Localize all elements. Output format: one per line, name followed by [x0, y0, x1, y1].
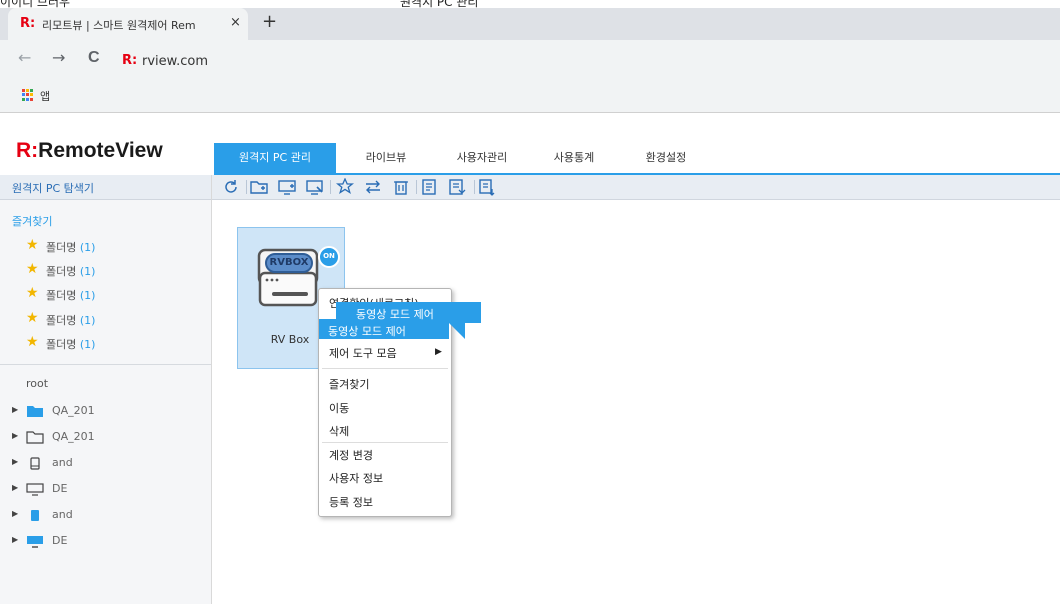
- logo-mark: R:: [16, 139, 39, 162]
- folder-filled-icon: [27, 406, 43, 417]
- tooltip-notch: [449, 323, 465, 339]
- browser-tab[interactable]: R: 리모트뷰 | 스마트 원격제어 Rem ×: [8, 8, 248, 40]
- sidebar-divider: [0, 364, 211, 365]
- menu-item-change-account[interactable]: 계정 변경: [329, 447, 373, 463]
- favorite-label: 폴더명: [46, 241, 77, 254]
- menu-item-control-toolbar[interactable]: 제어 도구 모음: [329, 345, 397, 361]
- move-icon[interactable]: [364, 178, 382, 196]
- menu-item-registration-info[interactable]: 등록 정보: [329, 494, 373, 510]
- expand-arrow-icon[interactable]: ▶: [12, 509, 18, 518]
- menu-divider: [322, 368, 448, 369]
- favorite-count: (1): [79, 289, 96, 302]
- tree-item-label: QA_201: [52, 430, 95, 443]
- add-pc-icon[interactable]: [278, 178, 296, 196]
- app-logo[interactable]: R:RemoteView: [16, 139, 163, 163]
- expand-arrow-icon[interactable]: ▶: [12, 457, 18, 466]
- export-icon[interactable]: [448, 178, 466, 196]
- tree-item-label: DE: [52, 482, 68, 495]
- tree-item-label: and: [52, 508, 73, 521]
- add-favorite-icon[interactable]: [336, 178, 354, 196]
- menu-divider: [322, 442, 448, 443]
- delete-icon[interactable]: [392, 178, 410, 196]
- forward-icon[interactable]: →: [52, 50, 65, 66]
- add-folder-icon[interactable]: [250, 178, 268, 196]
- toolbar-divider: [416, 180, 417, 194]
- expand-arrow-icon[interactable]: ▶: [12, 483, 18, 492]
- star-icon: ★: [26, 237, 39, 253]
- menu-item-move[interactable]: 이동: [329, 400, 349, 416]
- online-status-text: ON: [323, 252, 335, 260]
- tab-title: 리모트뷰 | 스마트 원격제어 Rem: [42, 19, 196, 32]
- expand-arrow-icon[interactable]: ▶: [12, 431, 18, 440]
- tree-item-label: QA_201: [52, 404, 95, 417]
- favorite-count: (1): [79, 265, 96, 278]
- bookmarks-bar: [0, 80, 1060, 113]
- menu-item-delete[interactable]: 삭제: [329, 423, 349, 439]
- log-icon[interactable]: [420, 178, 438, 196]
- logo-text: RemoteView: [38, 139, 163, 162]
- star-icon: ★: [26, 285, 39, 301]
- apps-label[interactable]: 앱: [40, 88, 50, 104]
- sidebar-title: 원격지 PC 탐색기: [12, 182, 95, 195]
- rvbox-badge-text: RVBOX: [269, 257, 309, 268]
- folder-outline-icon: [26, 431, 44, 444]
- back-icon[interactable]: ←: [18, 50, 31, 66]
- favorite-count: (1): [79, 241, 96, 254]
- cut-off-text-strip: 이이디 브러우 원격지 PC 관리: [0, 0, 1060, 8]
- add-pc-alt-icon[interactable]: [306, 178, 324, 196]
- nav-tab-remote-pc[interactable]: 원격지 PC 관리: [214, 143, 336, 173]
- import-icon[interactable]: [478, 178, 496, 196]
- hover-tooltip: 동영상 모드 제어: [336, 302, 481, 323]
- tooltip-text: 동영상 모드 제어: [356, 308, 434, 321]
- star-icon: ★: [26, 334, 39, 350]
- tree-item-label: and: [52, 456, 73, 469]
- favicon-icon: R:: [20, 16, 36, 31]
- new-tab-button[interactable]: +: [262, 13, 277, 31]
- apps-grid-icon[interactable]: [22, 89, 34, 101]
- favorite-label: 폴더명: [46, 338, 77, 351]
- toolbar-divider: [474, 180, 475, 194]
- favorite-count: (1): [79, 314, 96, 327]
- mobile-filled-icon: [31, 510, 39, 521]
- favorite-label: 폴더명: [46, 289, 77, 302]
- menu-item-video-mode-label: 동영상 모드 제어: [328, 325, 406, 338]
- nav-tab-users[interactable]: 사용자관리: [440, 143, 524, 173]
- favorites-title[interactable]: 즐겨찾기: [12, 213, 52, 229]
- star-icon: ★: [26, 310, 39, 326]
- toolbar-divider: [246, 180, 247, 194]
- reload-icon[interactable]: C: [88, 50, 100, 66]
- cut-text-left: 이이디 브러우: [0, 0, 71, 8]
- favorite-count: (1): [79, 338, 96, 351]
- mobile-outline-icon: [30, 457, 40, 470]
- menu-item-favorites[interactable]: 즐겨찾기: [329, 376, 369, 392]
- expand-arrow-icon[interactable]: ▶: [12, 535, 18, 544]
- monitor-filled-icon: [27, 536, 43, 548]
- tree-root[interactable]: root: [26, 377, 48, 390]
- refresh-icon[interactable]: [222, 178, 240, 196]
- toolbar-divider: [330, 180, 331, 194]
- site-favicon-icon: R:: [122, 53, 138, 68]
- submenu-arrow-icon: ▶: [435, 347, 442, 357]
- url-text: rview.com: [142, 54, 208, 69]
- star-icon: ★: [26, 261, 39, 277]
- tab-close-icon[interactable]: ×: [230, 15, 241, 30]
- main-toolbar: [212, 175, 1060, 200]
- favorite-label: 폴더명: [46, 265, 77, 278]
- sidebar-header: 원격지 PC 탐색기: [0, 175, 211, 200]
- nav-tab-stats[interactable]: 사용통계: [532, 143, 616, 173]
- favorite-label: 폴더명: [46, 314, 77, 327]
- nav-tab-settings[interactable]: 환경설정: [624, 143, 708, 173]
- expand-arrow-icon[interactable]: ▶: [12, 405, 18, 414]
- nav-tab-liveview[interactable]: 라이브뷰: [344, 143, 428, 173]
- menu-item-user-info[interactable]: 사용자 정보: [329, 470, 383, 486]
- monitor-outline-icon: [26, 483, 44, 496]
- cut-text-mid: 원격지 PC 관리: [400, 0, 479, 8]
- tree-item-label: DE: [52, 534, 68, 547]
- address-bar[interactable]: R: rview.com: [116, 49, 1046, 73]
